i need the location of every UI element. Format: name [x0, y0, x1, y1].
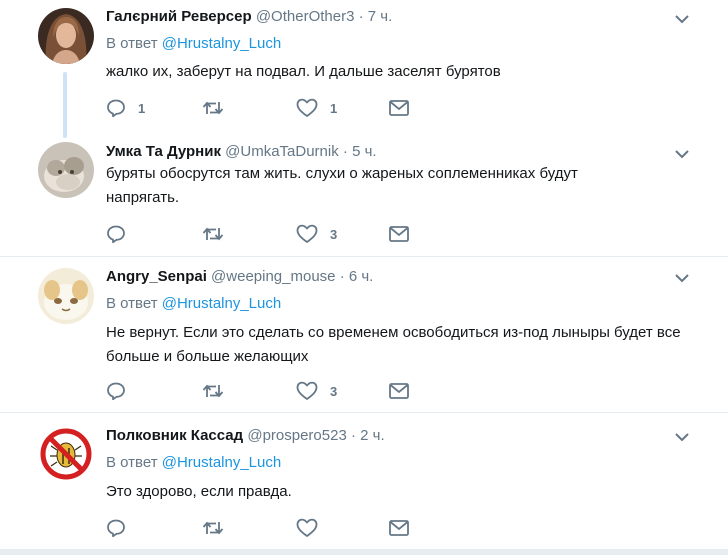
chevron-down-icon[interactable] [674, 430, 690, 442]
tweet-actions [106, 517, 426, 539]
chevron-down-icon[interactable] [674, 147, 690, 159]
tweet-3[interactable]: Angry_Senpai @weeping_mouse · 6 ч. В отв… [0, 257, 728, 412]
author-handle[interactable]: @OtherOther3 [256, 8, 355, 25]
reply-context: В ответ @Hrustalny_Luch [106, 454, 281, 471]
reply-icon [107, 382, 125, 401]
direct-message-button[interactable] [388, 380, 410, 402]
retweet-button[interactable] [202, 223, 236, 245]
author-handle[interactable]: @weeping_mouse [211, 268, 335, 285]
timestamp[interactable]: 5 ч. [352, 143, 377, 160]
retweet-icon [202, 227, 224, 241]
separator-dot: · [339, 268, 345, 285]
direct-message-button[interactable] [388, 97, 410, 119]
envelope-icon [389, 520, 409, 536]
separator-dot: · [350, 427, 356, 444]
tweet-header: Умка Та Дурник @UmkaTaDurnik · 5 ч. [106, 143, 377, 160]
tweet-actions: 1 1 [106, 97, 426, 119]
thread-line [63, 72, 67, 138]
separator-dot: · [342, 143, 348, 160]
reply-prefix: В ответ [106, 454, 158, 471]
like-button[interactable] [296, 517, 330, 539]
envelope-icon [389, 383, 409, 399]
like-button[interactable]: 3 [296, 223, 337, 245]
like-count: 3 [330, 226, 338, 242]
tweet-text: Не вернут. Если это сделать со временем … [106, 324, 681, 365]
reply-icon [107, 225, 125, 244]
retweet-icon [202, 384, 224, 398]
heart-icon [296, 98, 318, 117]
reply-mention[interactable]: @Hrustalny_Luch [162, 454, 281, 471]
avatar[interactable] [38, 8, 94, 64]
avatar[interactable] [38, 268, 94, 324]
author-name[interactable]: Галєрний Реверсер [106, 8, 252, 25]
timeline-bottom-border [0, 549, 728, 555]
author-name[interactable]: Умка Та Дурник [106, 143, 221, 160]
reply-prefix: В ответ [106, 295, 158, 312]
like-button[interactable]: 1 [296, 97, 337, 119]
reply-mention[interactable]: @Hrustalny_Luch [162, 295, 281, 312]
direct-message-button[interactable] [388, 223, 410, 245]
tweet-4[interactable]: Полковник Кассад @prospero523 · 2 ч. В о… [0, 413, 728, 549]
tweet-header: Полковник Кассад @prospero523 · 2 ч. [106, 427, 385, 444]
retweet-button[interactable] [202, 517, 236, 539]
reply-button[interactable] [106, 223, 138, 245]
separator-dot: · [358, 8, 364, 25]
chevron-down-icon[interactable] [674, 12, 690, 24]
avatar[interactable] [38, 426, 94, 482]
chevron-down-icon[interactable] [674, 271, 690, 283]
reply-icon [107, 99, 125, 118]
reply-context: В ответ @Hrustalny_Luch [106, 295, 281, 312]
author-name[interactable]: Angry_Senpai [106, 268, 207, 285]
retweet-icon [202, 521, 224, 535]
tweet-2[interactable]: Умка Та Дурник @UmkaTaDurnik · 5 ч. буря… [0, 140, 728, 256]
author-handle[interactable]: @prospero523 [247, 427, 346, 444]
reply-prefix: В ответ [106, 35, 158, 52]
tweet-header: Галєрний Реверсер @OtherOther3 · 7 ч. [106, 8, 392, 25]
reply-count: 1 [138, 100, 146, 116]
heart-icon [296, 518, 318, 537]
timestamp[interactable]: 7 ч. [368, 8, 393, 25]
retweet-button[interactable] [202, 380, 236, 402]
tweet-text: буряты обосрутся там жить. слухи о жарен… [106, 165, 578, 206]
reply-button[interactable] [106, 380, 138, 402]
reply-button[interactable] [106, 517, 138, 539]
envelope-icon [389, 226, 409, 242]
retweet-icon [202, 101, 224, 115]
tweet-text: жалко их, заберут на подвал. И дальше за… [106, 63, 501, 80]
direct-message-button[interactable] [388, 517, 410, 539]
timestamp[interactable]: 6 ч. [349, 268, 374, 285]
author-name[interactable]: Полковник Кассад [106, 427, 243, 444]
heart-icon [296, 381, 318, 400]
timestamp[interactable]: 2 ч. [360, 427, 385, 444]
tweet-text: Это здорово, если правда. [106, 483, 292, 500]
heart-icon [296, 224, 318, 243]
like-button[interactable]: 3 [296, 380, 337, 402]
avatar[interactable] [38, 142, 94, 198]
author-handle[interactable]: @UmkaTaDurnik [225, 143, 339, 160]
reply-icon [107, 519, 125, 538]
retweet-button[interactable] [202, 97, 236, 119]
like-count: 3 [330, 383, 338, 399]
tweet-actions: 3 [106, 380, 426, 402]
tweet-1[interactable]: Галєрний Реверсер @OtherOther3 · 7 ч. В … [0, 0, 728, 140]
reply-context: В ответ @Hrustalny_Luch [106, 35, 281, 52]
tweet-header: Angry_Senpai @weeping_mouse · 6 ч. [106, 268, 373, 285]
reply-mention[interactable]: @Hrustalny_Luch [162, 35, 281, 52]
tweet-actions: 3 [106, 223, 426, 245]
envelope-icon [389, 100, 409, 116]
like-count: 1 [330, 100, 338, 116]
reply-button[interactable]: 1 [106, 97, 145, 119]
